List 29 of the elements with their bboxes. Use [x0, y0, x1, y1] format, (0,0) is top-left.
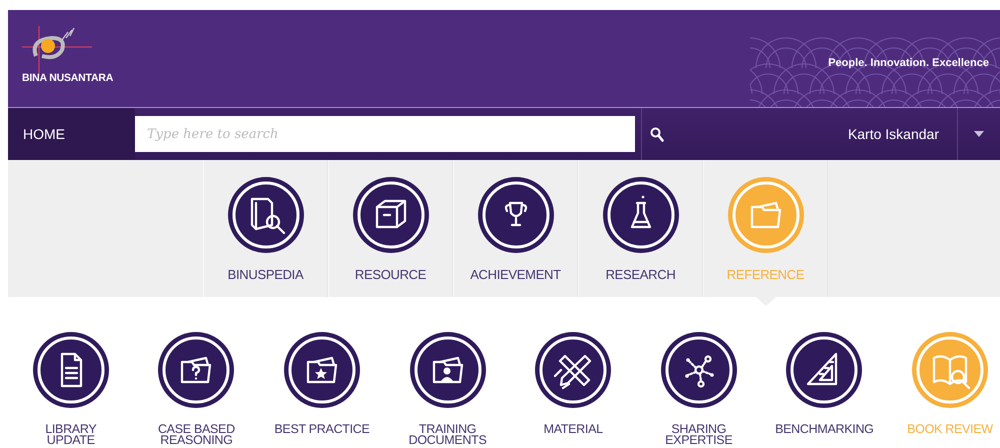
subcategory-link[interactable]: CASE BASED REASONING: [134, 297, 260, 448]
category-tab[interactable]: ACHIEVEMENT: [453, 160, 578, 297]
folder-question-icon: [158, 332, 234, 408]
subcategory-link[interactable]: BEST PRACTICE: [259, 297, 385, 448]
logo-text: BINA NUSANTARA: [22, 72, 114, 84]
category-tab[interactable]: BINUSPEDIA: [203, 160, 328, 297]
search-icon[interactable]: [650, 126, 664, 142]
home-link[interactable]: HOME: [8, 108, 135, 160]
caret-icon[interactable]: [974, 131, 984, 137]
subcategory-link[interactable]: SHARING EXPERTISE: [636, 297, 762, 448]
book-search-icon: [912, 332, 988, 408]
network-icon: [660, 332, 737, 408]
flask-icon: [602, 177, 678, 253]
book-search-icon: [228, 177, 304, 253]
subcategory-link[interactable]: BENCHMARKING: [762, 297, 888, 448]
box-icon: [352, 177, 428, 253]
category-tab[interactable]: RESOURCE: [328, 160, 453, 297]
folder-person-icon: [410, 332, 486, 408]
user-name[interactable]: Karto Iskandar: [848, 126, 957, 142]
subcategory-link[interactable]: MATERIAL: [510, 297, 636, 448]
tagline: People. Innovation. Excellence: [828, 57, 989, 69]
subcategory-link[interactable]: LIBRARY UPDATE: [8, 297, 134, 448]
trophy-icon: [478, 177, 554, 253]
document-icon: [32, 332, 109, 408]
category-tab[interactable]: RESEARCH: [578, 160, 703, 297]
search-field[interactable]: Type here to search: [135, 116, 635, 152]
folder-icon: [728, 177, 804, 253]
pencil-ruler-icon: [535, 332, 612, 408]
subcategory-link[interactable]: TRAINING DOCUMENTS: [384, 297, 510, 448]
